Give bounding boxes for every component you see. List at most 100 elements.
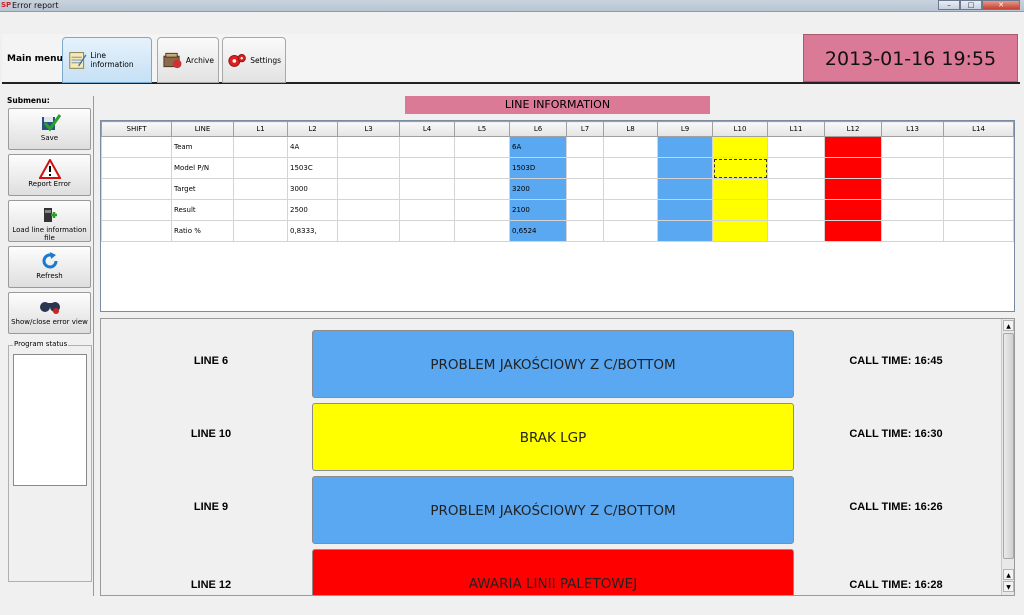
close-button[interactable]: ✕ — [982, 0, 1020, 10]
table-cell[interactable] — [767, 157, 825, 179]
table-cell[interactable] — [337, 178, 400, 200]
error-message-box[interactable]: BRAK LGP — [312, 403, 794, 471]
table-cell[interactable] — [603, 157, 658, 179]
table-cell[interactable] — [824, 157, 882, 179]
table-cell[interactable]: 0,6524 — [509, 220, 567, 242]
table-cell[interactable] — [824, 178, 882, 200]
table-cell[interactable] — [767, 136, 825, 158]
error-message-box[interactable]: PROBLEM JAKOŚCIOWY Z C/BOTTOM — [312, 476, 794, 544]
table-cell[interactable] — [337, 157, 400, 179]
column-header[interactable]: L10 — [712, 121, 768, 137]
scroll-up-icon[interactable]: ▲ — [1003, 569, 1014, 580]
table-cell[interactable] — [233, 157, 288, 179]
table-cell[interactable] — [566, 220, 604, 242]
table-cell[interactable] — [881, 136, 944, 158]
table-cell[interactable] — [881, 157, 944, 179]
table-cell[interactable] — [399, 157, 455, 179]
table-cell[interactable] — [657, 199, 713, 221]
table-cell[interactable] — [943, 136, 1014, 158]
tab-line-information[interactable]: Line information — [62, 37, 152, 83]
refresh-button[interactable]: Refresh — [8, 246, 91, 288]
table-cell[interactable] — [712, 178, 768, 200]
table-cell[interactable] — [399, 178, 455, 200]
table-cell[interactable] — [233, 220, 288, 242]
table-cell[interactable] — [233, 178, 288, 200]
table-cell[interactable] — [943, 199, 1014, 221]
table-cell[interactable]: 3200 — [509, 178, 567, 200]
table-cell[interactable] — [603, 220, 658, 242]
table-cell[interactable] — [881, 199, 944, 221]
column-header[interactable]: L5 — [454, 121, 510, 137]
tab-settings[interactable]: Settings — [222, 37, 286, 83]
table-cell[interactable] — [101, 220, 172, 242]
table-cell[interactable] — [454, 136, 510, 158]
report-error-button[interactable]: Report Error — [8, 154, 91, 196]
table-cell[interactable] — [101, 136, 172, 158]
table-cell[interactable] — [399, 220, 455, 242]
table-cell[interactable] — [399, 199, 455, 221]
tab-archive[interactable]: Archive — [157, 37, 219, 83]
table-cell[interactable] — [881, 220, 944, 242]
table-cell[interactable] — [824, 136, 882, 158]
table-cell[interactable] — [712, 199, 768, 221]
table-cell[interactable] — [943, 220, 1014, 242]
table-cell[interactable] — [337, 220, 400, 242]
table-cell[interactable]: 4A — [287, 136, 338, 158]
column-header[interactable]: L9 — [657, 121, 713, 137]
column-header[interactable]: L8 — [603, 121, 658, 137]
table-cell[interactable] — [603, 199, 658, 221]
table-cell[interactable] — [657, 136, 713, 158]
table-cell[interactable] — [767, 178, 825, 200]
column-header[interactable]: L6 — [509, 121, 567, 137]
table-cell[interactable] — [101, 199, 172, 221]
table-cell[interactable] — [712, 136, 768, 158]
table-cell[interactable]: 6A — [509, 136, 567, 158]
scroll-thumb[interactable] — [1003, 333, 1014, 559]
table-cell[interactable] — [566, 199, 604, 221]
table-cell[interactable] — [824, 220, 882, 242]
table-cell[interactable]: Result — [171, 199, 234, 221]
error-message-box[interactable]: PROBLEM JAKOŚCIOWY Z C/BOTTOM — [312, 330, 794, 398]
error-message-box[interactable]: AWARIA LINII PALETOWEJ — [312, 549, 794, 595]
table-cell[interactable]: Ratio % — [171, 220, 234, 242]
load-line-information-file-button[interactable]: Load line information file — [8, 200, 91, 242]
column-header[interactable]: L12 — [824, 121, 882, 137]
column-header[interactable]: L7 — [566, 121, 604, 137]
table-cell[interactable] — [566, 136, 604, 158]
table-cell[interactable] — [603, 136, 658, 158]
table-cell[interactable] — [943, 157, 1014, 179]
column-header[interactable]: L3 — [337, 121, 400, 137]
table-cell[interactable] — [454, 178, 510, 200]
table-cell[interactable] — [233, 136, 288, 158]
table-cell[interactable] — [454, 199, 510, 221]
column-header[interactable]: L13 — [881, 121, 944, 137]
scroll-down-icon[interactable]: ▼ — [1003, 581, 1014, 592]
show-close-error-view-button[interactable]: Show/close error view — [8, 292, 91, 334]
column-header[interactable]: L2 — [287, 121, 338, 137]
table-cell[interactable]: Target — [171, 178, 234, 200]
save-button[interactable]: Save — [8, 108, 91, 150]
table-cell[interactable]: Model P/N — [171, 157, 234, 179]
column-header[interactable]: SHIFT — [101, 121, 172, 137]
table-cell[interactable]: Team — [171, 136, 234, 158]
table-cell[interactable]: 2500 — [287, 199, 338, 221]
table-cell[interactable]: 0,8333, — [287, 220, 338, 242]
column-header[interactable]: L1 — [233, 121, 288, 137]
table-cell[interactable]: 1503C — [287, 157, 338, 179]
column-header[interactable]: L4 — [399, 121, 455, 137]
column-header[interactable]: L14 — [943, 121, 1014, 137]
table-cell[interactable] — [603, 178, 658, 200]
scroll-up-icon[interactable]: ▲ — [1003, 320, 1014, 331]
table-cell[interactable] — [101, 178, 172, 200]
table-cell[interactable] — [824, 199, 882, 221]
table-cell[interactable] — [337, 136, 400, 158]
table-cell[interactable] — [566, 157, 604, 179]
table-cell[interactable] — [337, 199, 400, 221]
table-cell[interactable] — [399, 136, 455, 158]
table-cell[interactable] — [233, 199, 288, 221]
table-cell[interactable] — [657, 220, 713, 242]
table-cell[interactable] — [657, 178, 713, 200]
table-cell[interactable] — [657, 157, 713, 179]
table-cell[interactable]: 1503D — [509, 157, 567, 179]
column-header[interactable]: L11 — [767, 121, 825, 137]
